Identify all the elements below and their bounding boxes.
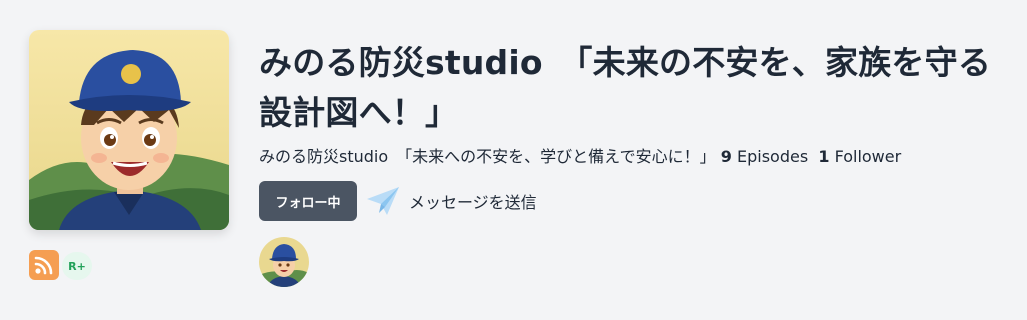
podcast-author[interactable]: みのる防災studio 「未来への不安を、学びと備えで安心に！」 — [259, 147, 716, 166]
send-message-label: メッセージを送信 — [409, 193, 537, 212]
followers-count: 1 — [818, 147, 830, 166]
episodes-label: Episodes — [737, 147, 809, 166]
podcast-meta: みのる防災studio 「未来への不安を、学びと備えで安心に！」 9 Episo… — [259, 146, 1019, 168]
episodes-count: 9 — [720, 147, 732, 166]
podcast-cover-art — [29, 30, 229, 230]
followers-label: Follower — [834, 147, 902, 166]
podcast-title: みのる防災studio 「未来の不安を、家族を守る設計図へ！」 — [259, 43, 992, 132]
send-message-button[interactable]: メッセージを送信 — [365, 184, 537, 218]
paper-plane-icon — [365, 185, 401, 217]
rss-icon[interactable] — [29, 250, 59, 280]
follow-button[interactable]: フォロー中 — [259, 181, 357, 221]
rplus-label: R+ — [68, 259, 86, 273]
avatar[interactable] — [259, 237, 309, 287]
rplus-badge[interactable]: R+ — [62, 252, 92, 280]
